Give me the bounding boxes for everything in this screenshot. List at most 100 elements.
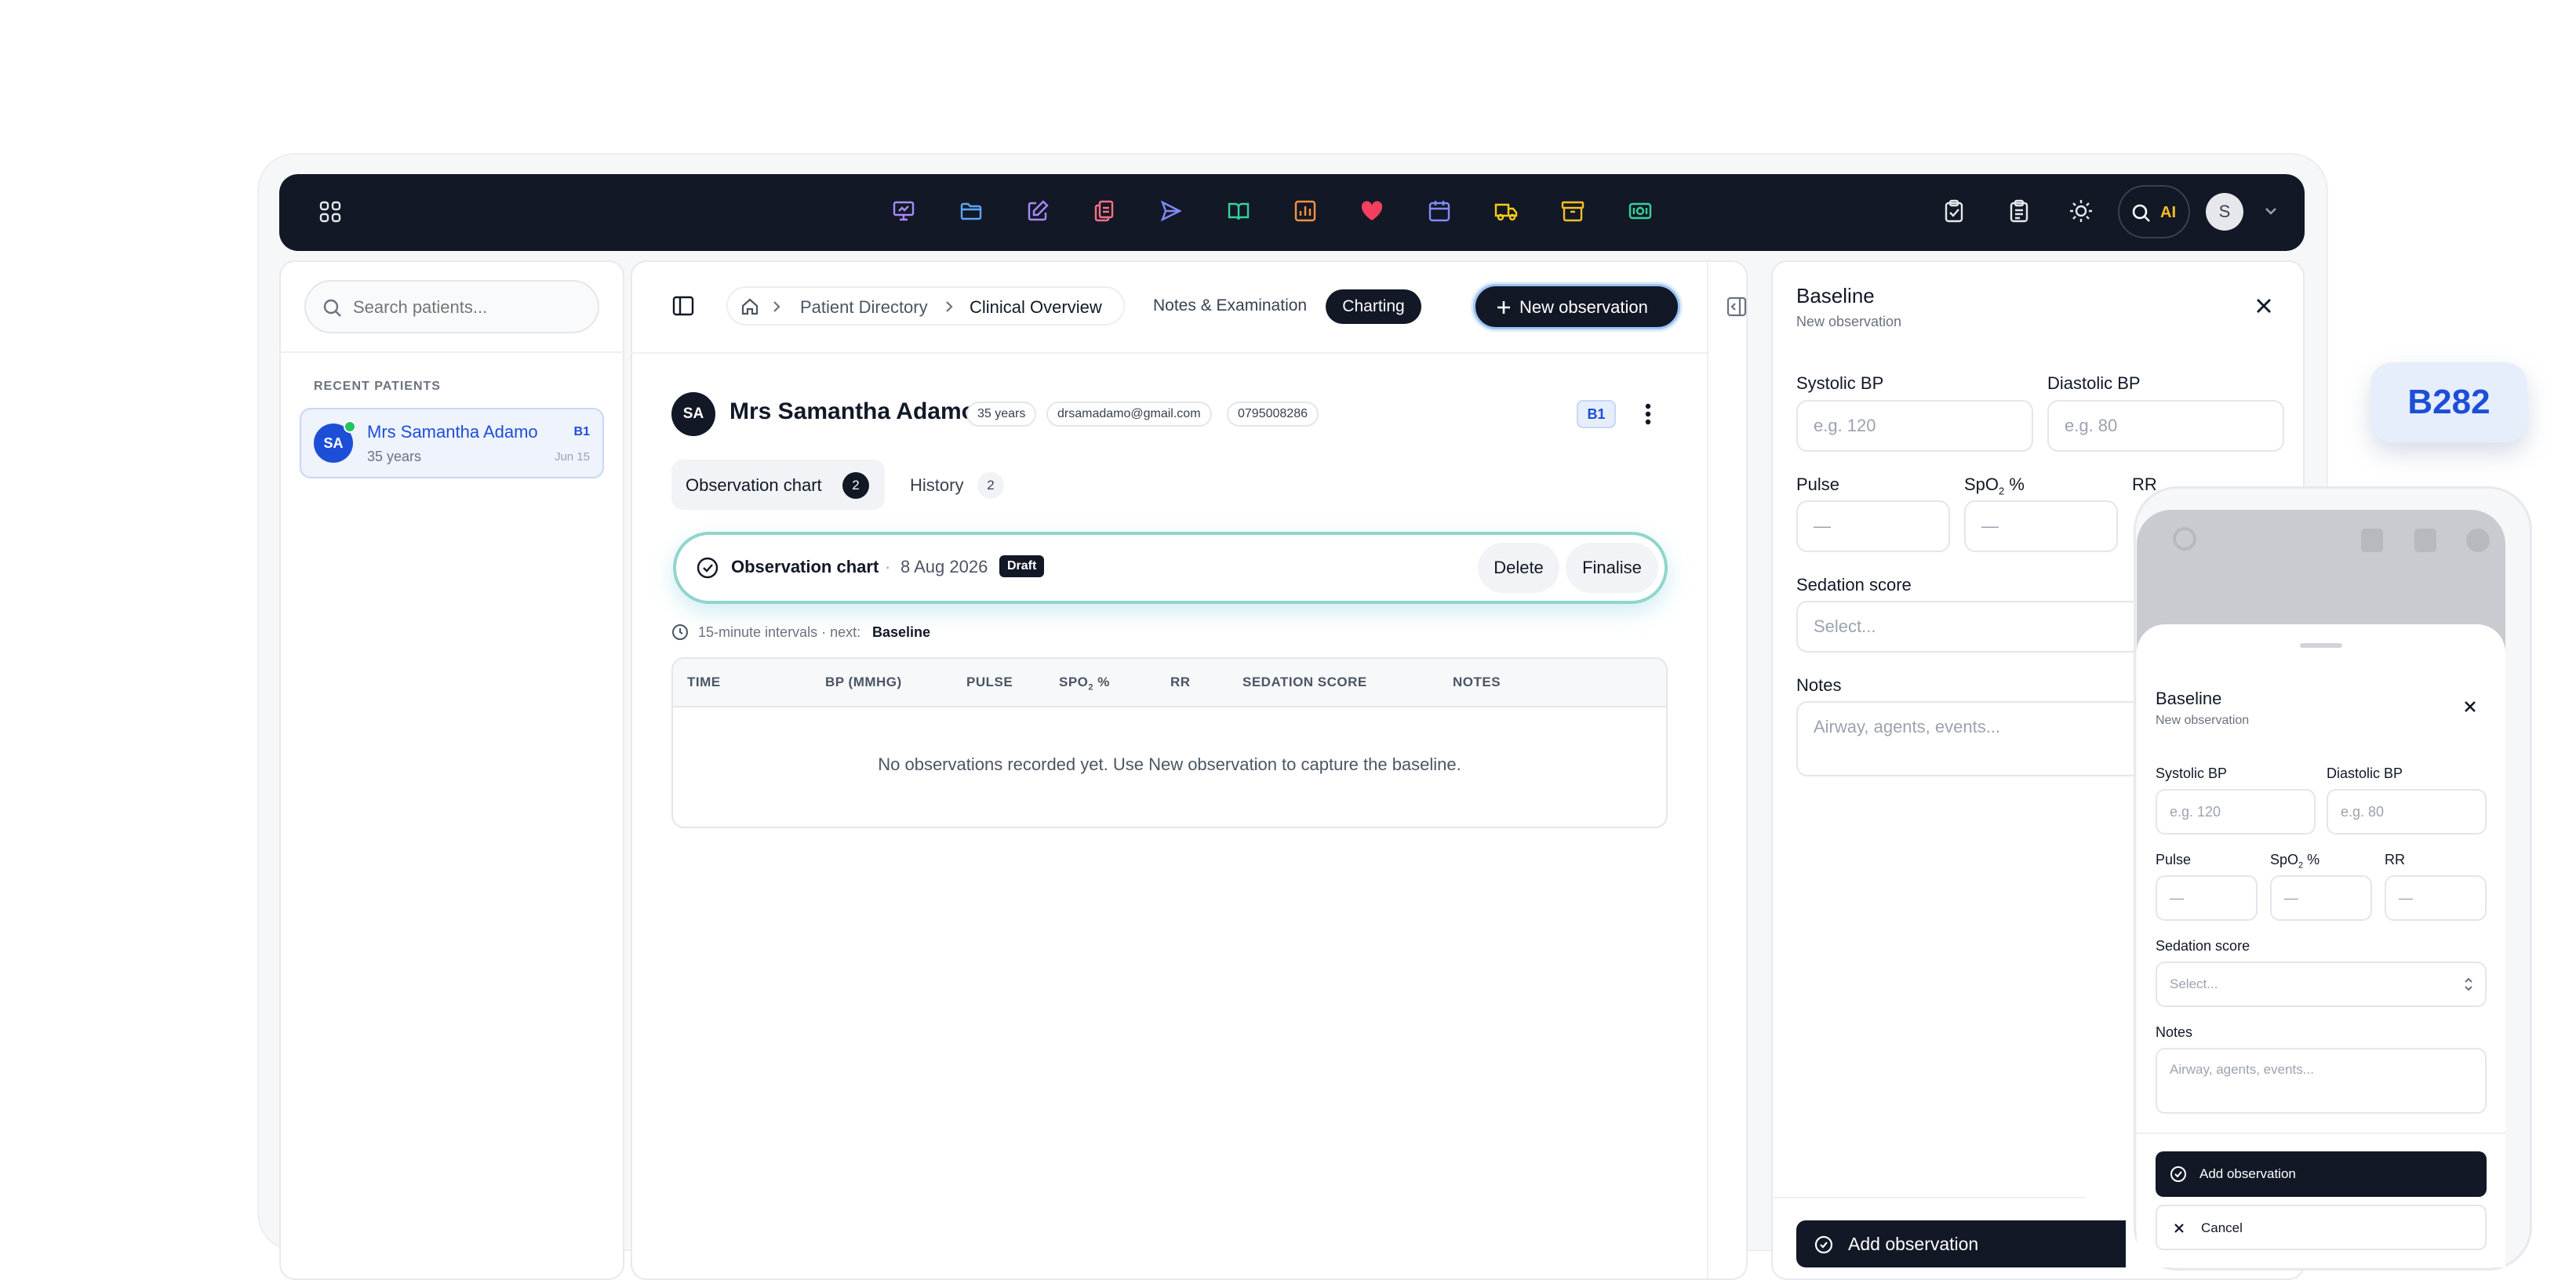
truck-icon[interactable] [1494,198,1519,224]
breadcrumb-clinical-overview[interactable]: Clinical Overview [970,297,1102,318]
chevron-down-icon[interactable] [2264,205,2278,216]
notes-textarea[interactable]: Airway, agents, events... [1796,701,2141,776]
drag-handle[interactable] [2300,643,2342,648]
breadcrumb: Patient Directory Clinical Overview [726,286,1125,325]
last-visit-date: Jun 15 [554,450,590,464]
tab-label: History [910,475,964,495]
spo2-input[interactable]: — [1964,500,2118,552]
archive-icon[interactable] [1560,198,1585,224]
check-circle-icon [697,557,719,579]
systolic-input[interactable]: e.g. 120 [1796,400,2033,452]
chart-date: 8 Aug 2026 [901,557,988,576]
send-icon[interactable] [1159,198,1184,224]
book-icon[interactable] [1226,198,1251,224]
spo2-label: SpO2 % [1964,475,2025,497]
patient-name: Mrs Samantha Adamo [367,422,538,442]
systolic-label: Systolic BP [2156,765,2228,781]
patient-search-box[interactable] [304,280,599,333]
pulse-input[interactable]: — [2156,875,2258,921]
sedation-label: Sedation score [2156,938,2250,954]
status-badge: Draft [999,555,1045,577]
collapse-panel-icon[interactable] [1726,296,1748,318]
mobile-bottom-sheet: Baseline New observation Systolic BP e.g… [2137,624,2505,1267]
delete-button[interactable]: Delete [1478,543,1559,593]
heart-icon[interactable] [1359,198,1384,224]
diastolic-input[interactable]: e.g. 80 [2047,400,2284,452]
select-arrows-icon [2465,977,2472,991]
interval-info: 15-minute intervals · next: [698,624,861,640]
column-header-time: TIME [687,675,721,689]
sun-icon[interactable] [2068,198,2094,224]
check-circle-icon [2170,1166,2186,1182]
folder-icon[interactable] [959,198,984,224]
clock-icon [671,624,689,641]
patient-age: 35 years [367,449,422,464]
presentation-icon[interactable] [891,198,916,224]
online-status-dot [344,420,356,433]
bed-label: B1 [573,425,590,438]
sidebar-toggle-icon[interactable] [671,294,695,318]
email-pill: drsamadamo@gmail.com [1046,402,1212,427]
breadcrumb-patient-directory[interactable]: Patient Directory [800,297,928,318]
edit-icon[interactable] [1025,198,1050,224]
diastolic-label: Diastolic BP [2327,765,2403,781]
tab-charting[interactable]: Charting [1326,289,1421,324]
next-interval-label: Baseline [872,624,931,640]
column-header-rr: RR [1170,675,1191,689]
rr-label: RR [2132,475,2157,494]
finalise-button[interactable]: Finalise [1566,543,1658,593]
search-icon [2173,527,2196,551]
patient-avatar: SA [671,392,715,436]
rr-label: RR [2385,852,2405,867]
home-icon[interactable] [740,297,759,316]
pulse-input[interactable]: — [1796,500,1950,552]
user-avatar[interactable]: S [2206,193,2243,231]
chart-icon[interactable] [1293,198,1318,224]
recent-patient-item[interactable]: SA Mrs Samantha Adamo 35 years B1 Jun 15 [300,408,604,478]
separator-dot: · [885,557,891,576]
close-icon [2174,1224,2184,1233]
bed-badge: B1 [1577,400,1616,428]
cancel-button[interactable]: Cancel [2156,1205,2487,1250]
systolic-input[interactable]: e.g. 120 [2156,789,2316,835]
tab-notes-examination[interactable]: Notes & Examination [1153,296,1307,315]
search-icon [2132,204,2150,222]
tab-observation-chart[interactable]: Observation chart 2 [671,460,885,510]
column-header-spo2: SPO2 % [1059,675,1110,693]
observation-chart-card: Observation chart · 8 Aug 2026 Draft Del… [673,532,1668,604]
add-observation-button[interactable]: Add observation [2156,1151,2487,1197]
observations-table [671,657,1668,828]
spo2-input[interactable]: — [2270,875,2372,921]
count-badge: 2 [977,472,1004,499]
close-icon[interactable] [2463,700,2477,714]
close-icon[interactable] [2254,296,2273,315]
more-options-icon[interactable] [1636,400,1660,428]
clipboard-list-icon[interactable] [2007,198,2032,224]
ai-search-button[interactable]: AI [2118,185,2190,238]
apps-grid-icon[interactable] [318,200,342,224]
systolic-label: Systolic BP [1796,373,1884,393]
notes-textarea[interactable]: Airway, agents, events... [2156,1048,2487,1114]
diastolic-input[interactable]: e.g. 80 [2327,789,2487,835]
bed-code-badge: B282 [2370,362,2527,442]
column-header-sedation: SEDATION SCORE [1243,675,1367,689]
sedation-select[interactable]: Select... [1796,601,2141,653]
banknote-icon[interactable] [1628,198,1653,224]
notes-label: Notes [2156,1024,2193,1040]
clipboard-check-icon[interactable] [1941,198,1967,224]
phone-pill: 0795008286 [1227,402,1319,427]
search-input[interactable] [353,294,580,321]
chevron-right-icon [946,301,953,312]
new-observation-button[interactable]: New observation [1473,284,1680,329]
documents-icon[interactable] [1092,198,1117,224]
notes-label: Notes [1796,675,1842,695]
tab-history[interactable]: History 2 [899,460,1009,510]
sedation-select[interactable]: Select... [2156,962,2487,1007]
column-header-notes: NOTES [1453,675,1501,689]
card-title: Observation chart [731,557,879,576]
calendar-icon[interactable] [1427,198,1452,224]
rr-input[interactable]: — [2385,875,2487,921]
add-observation-button[interactable]: Add observation [1796,1220,2126,1267]
top-navigation-bar [279,174,2305,251]
form-title: Baseline [1796,284,1875,307]
